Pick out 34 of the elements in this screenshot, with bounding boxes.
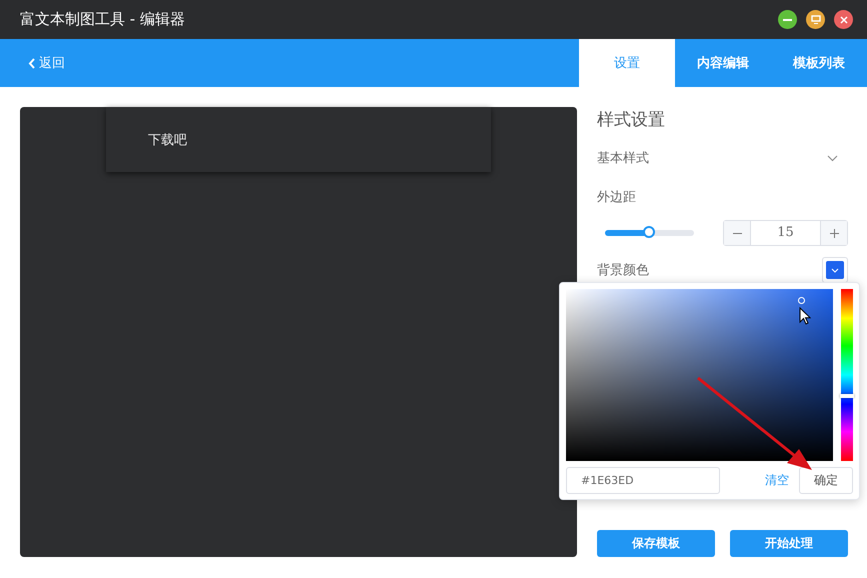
section-label: 基本样式: [597, 150, 649, 167]
plus-icon: [830, 228, 838, 238]
maximize-button[interactable]: [806, 10, 825, 29]
chevron-down-icon: [831, 268, 839, 272]
increment-button[interactable]: [821, 221, 847, 245]
close-icon: [840, 16, 848, 24]
slider-thumb[interactable]: [642, 226, 655, 238]
nav-tab[interactable]: 内容编辑: [675, 39, 771, 87]
cursor-icon: [799, 307, 811, 325]
saturation-panel[interactable]: [566, 289, 834, 461]
chevron-left-icon: [28, 58, 36, 68]
monitor-icon: [810, 15, 820, 24]
minimize-button[interactable]: [778, 10, 797, 29]
panel-heading: 样式设置: [597, 109, 666, 132]
action-button[interactable]: 保存模板: [597, 530, 715, 557]
color-swatch-button[interactable]: [822, 257, 848, 283]
back-button[interactable]: 返回: [0, 39, 65, 87]
window-title: 富文本制图工具 - 编辑器: [20, 10, 185, 29]
nav-tab[interactable]: 模板列表: [771, 39, 867, 87]
close-button[interactable]: [834, 10, 853, 29]
clear-link[interactable]: 清空: [765, 472, 789, 489]
margin-label: 外边距: [597, 189, 636, 206]
confirm-button[interactable]: 确定: [799, 467, 853, 494]
minimize-icon: [783, 18, 792, 20]
nav-tab[interactable]: 设置: [579, 39, 675, 87]
action-button[interactable]: 开始处理: [730, 530, 848, 557]
minus-icon: [732, 232, 742, 234]
hue-slider[interactable]: [841, 289, 853, 461]
background-color-label: 背景颜色: [597, 262, 649, 279]
hue-marker[interactable]: [840, 394, 854, 398]
saturation-marker[interactable]: [798, 297, 805, 304]
chevron-down-icon[interactable]: [827, 154, 838, 162]
card-text: 下载吧: [148, 132, 187, 148]
hex-input-field[interactable]: #1E63ED: [566, 467, 720, 494]
